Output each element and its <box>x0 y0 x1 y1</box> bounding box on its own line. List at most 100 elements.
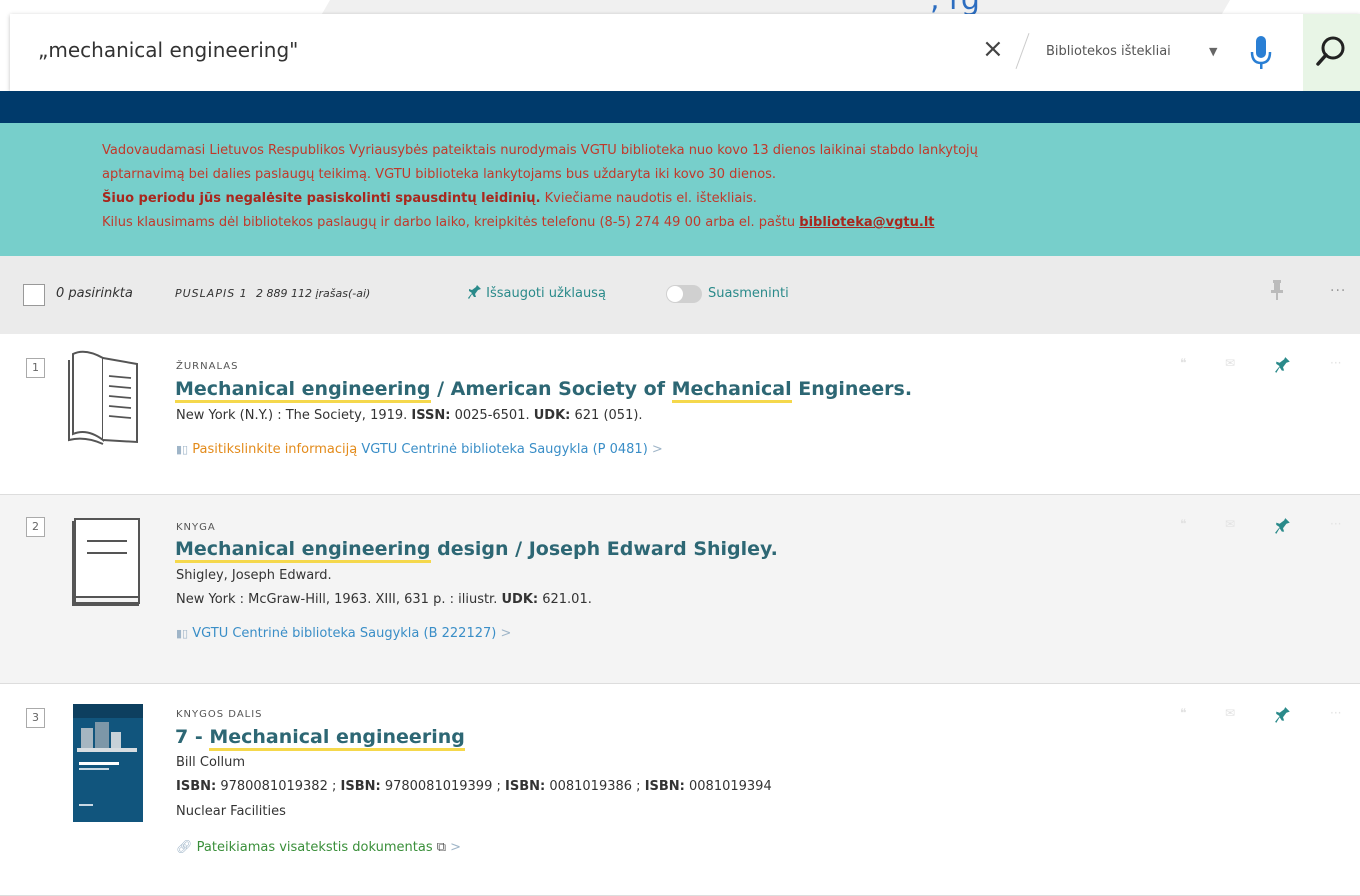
email-link[interactable]: biblioteka@vgtu.lt <box>799 215 934 230</box>
results-toolbar: 0 pasirinkta PUSLAPIS 1 2 889 112 įrašas… <box>0 256 1360 334</box>
result-item: 2 KNYGA Mechanical engineering design / … <box>0 495 1360 684</box>
result-item: 1 ŽURNALAS Mechanical engineering / Amer… <box>0 334 1360 495</box>
availability-link[interactable]: ▮▯ Pasitikslinkite informaciją VGTU Cent… <box>176 442 663 457</box>
udk-label: UDK: <box>501 592 539 607</box>
source-title: Nuclear Facilities <box>176 804 286 819</box>
cite-icon[interactable]: ❝ <box>1180 356 1186 370</box>
email-icon[interactable]: ✉ <box>1225 356 1235 370</box>
pin-icon[interactable] <box>1275 356 1291 378</box>
notice-banner: Vadovaudamasi Lietuvos Respublikos Vyria… <box>0 123 1360 256</box>
title-text: / American Society of <box>430 378 672 400</box>
search-scope-select[interactable]: Bibliotekos ištekliai <box>1046 44 1171 59</box>
notice-text: Kilus klausimams dėl bibliotekos paslaug… <box>102 215 800 230</box>
result-title-link[interactable]: Mechanical engineering / American Societ… <box>175 378 913 403</box>
result-count: 2 889 112 įrašas(-ai) <box>256 287 371 300</box>
personalize-label[interactable]: Suasmeninti <box>708 286 789 301</box>
publication-info: New York : McGraw-Hill, 1963. XIII, 631 … <box>176 592 592 607</box>
divider <box>1015 32 1030 70</box>
isbn-value: 0081019394 <box>684 779 772 794</box>
link-icon: 🔗︎ <box>176 840 193 855</box>
notice-line: Šiuo periodu jūs negalėsite pasiskolinti… <box>102 191 757 206</box>
selected-count: 0 pasirinkta <box>56 286 133 301</box>
search-button[interactable] <box>1303 14 1360 91</box>
microphone-icon[interactable] <box>1248 34 1274 72</box>
email-icon[interactable]: ✉ <box>1225 517 1235 531</box>
publication-text: New York : McGraw-Hill, 1963. XIII, 631 … <box>176 592 502 607</box>
page-label: PUSLAPIS 1 <box>175 287 248 300</box>
book-open-icon: ▮▯ <box>176 627 189 640</box>
publication-text: New York (N.Y.) : The Society, 1919. <box>176 408 412 423</box>
pin-icon <box>468 285 481 299</box>
result-index: 2 <box>26 517 45 537</box>
isbn-value: 9780081019399 ; <box>380 779 505 794</box>
email-icon[interactable]: ✉ <box>1225 706 1235 720</box>
external-link-icon: ⧉ <box>436 840 447 855</box>
library-name: VGTU Centrinė biblioteka <box>192 626 356 641</box>
search-input[interactable]: „mechanical engineering" <box>38 38 298 62</box>
cite-icon[interactable]: ❝ <box>1180 706 1186 720</box>
notice-line: aptarnavimą bei dalies paslaugų teikimą.… <box>102 167 777 182</box>
result-title-link[interactable]: 7 - Mechanical engineering <box>175 726 465 751</box>
title-highlight: Mechanical engineering <box>175 378 431 403</box>
udk-value: 621.01. <box>538 592 592 607</box>
notice-line: Kilus klausimams dėl bibliotekos paslaug… <box>102 215 934 230</box>
author: Shigley, Joseph Edward. <box>176 568 332 583</box>
result-title-link[interactable]: Mechanical engineering design / Joseph E… <box>175 538 778 563</box>
select-all-checkbox[interactable] <box>23 284 45 306</box>
clear-search-button[interactable]: × <box>982 34 1004 64</box>
more-options-icon[interactable]: ··· <box>1330 706 1341 720</box>
isbn-label: ISBN: <box>340 779 381 794</box>
pin-icon[interactable] <box>1275 706 1291 728</box>
isbn-label: ISBN: <box>644 779 685 794</box>
availability-status: Pasitikslinkite informaciją <box>192 442 358 457</box>
notice-line: Vadovaudamasi Lietuvos Respublikos Vyria… <box>102 143 978 158</box>
library-name: VGTU Centrinė biblioteka <box>361 442 525 457</box>
search-bar: „mechanical engineering" × Bibliotekos i… <box>10 14 1360 91</box>
result-type: ŽURNALAS <box>176 361 239 372</box>
title-text: design / Joseph Edward Shigley. <box>430 538 778 560</box>
title-highlight: Mechanical engineering <box>175 538 431 563</box>
result-item: 3 KNYGOS DALIS 7 - Mechanical engineerin… <box>0 684 1360 896</box>
result-index: 1 <box>26 358 45 378</box>
fulltext-link[interactable]: 🔗︎ Pateikiamas visatekstis dokumentas ⧉ … <box>176 840 461 855</box>
title-highlight: Mechanical <box>671 378 792 403</box>
pin-icon[interactable] <box>1275 517 1291 539</box>
notice-bold: Šiuo periodu jūs negalėsite pasiskolinti… <box>102 191 541 206</box>
pin-icon[interactable] <box>1270 279 1284 304</box>
title-text: Engineers. <box>791 378 913 400</box>
isbn-info: ISBN: 9780081019382 ; ISBN: 978008101939… <box>176 779 772 794</box>
chevron-down-icon[interactable]: ▼ <box>1209 45 1217 58</box>
result-index: 3 <box>26 708 45 728</box>
udk-label: UDK: <box>533 408 571 423</box>
book-cover-image <box>73 704 143 826</box>
book-open-icon: ▮▯ <box>176 443 189 456</box>
save-query-button[interactable]: Išsaugoti užklausą <box>468 284 606 301</box>
cite-icon[interactable]: ❝ <box>1180 517 1186 531</box>
library-location: Saugykla (P 0481) <box>528 442 648 457</box>
availability-link[interactable]: ▮▯ VGTU Centrinė biblioteka Saugykla (B … <box>176 626 511 641</box>
save-query-label: Išsaugoti užklausą <box>486 286 606 301</box>
issn-label: ISSN: <box>411 408 451 423</box>
library-location: Saugykla (B 222127) <box>359 626 497 641</box>
title-text: 7 - <box>175 726 210 748</box>
isbn-label: ISBN: <box>176 779 217 794</box>
journal-icon <box>65 348 145 450</box>
result-type: KNYGA <box>176 522 216 533</box>
top-banner: , rg „mechanical engineering" × Bibliote… <box>0 0 1360 123</box>
isbn-label: ISBN: <box>505 779 546 794</box>
chevron-right-icon: > <box>500 626 512 641</box>
chevron-right-icon: > <box>651 442 663 457</box>
more-options-icon[interactable]: ··· <box>1330 356 1341 370</box>
more-options-button[interactable]: ··· <box>1330 283 1346 299</box>
issn-value: 0025-6501. <box>450 408 534 423</box>
author: Bill Collum <box>176 755 246 770</box>
personalize-toggle[interactable] <box>666 285 702 303</box>
more-options-icon[interactable]: ··· <box>1330 517 1341 531</box>
title-highlight: Mechanical engineering <box>209 726 465 751</box>
isbn-value: 9780081019382 ; <box>216 779 341 794</box>
publication-info: New York (N.Y.) : The Society, 1919. ISS… <box>176 408 643 423</box>
book-icon <box>65 517 145 613</box>
udk-value: 621 (051). <box>570 408 643 423</box>
chevron-right-icon: > <box>450 840 462 855</box>
result-type: KNYGOS DALIS <box>176 709 263 720</box>
